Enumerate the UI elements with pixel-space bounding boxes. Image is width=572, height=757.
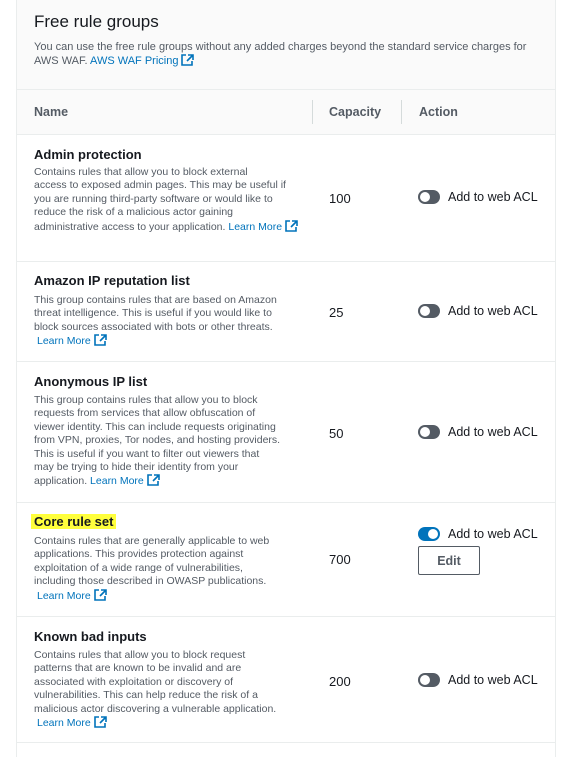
header-action: Action [419, 105, 458, 119]
rule-name: Admin protection [34, 147, 142, 162]
toggle-switch[interactable] [418, 190, 440, 204]
highlighted-rule-name: Core rule set [31, 514, 117, 529]
add-to-web-acl-toggle[interactable]: Add to web ACL [418, 190, 538, 204]
external-link-icon [93, 334, 107, 347]
learn-more-link[interactable]: Learn More [37, 334, 107, 348]
external-link-icon [181, 54, 195, 66]
learn-more-label: Learn More [90, 475, 144, 488]
external-link-icon [93, 716, 107, 728]
desc-line: you are running third-party software or … [34, 192, 273, 205]
table-row: Amazon IP reputation list This group con… [17, 262, 555, 362]
header-divider [312, 100, 313, 124]
desc-line: associated with exploitation or discover… [34, 675, 234, 688]
desc-line: block sources associated with bots or ot… [34, 320, 273, 333]
toggle-label: Add to web ACL [448, 673, 538, 687]
add-to-web-acl-toggle[interactable]: Add to web ACL [418, 425, 538, 439]
desc-line: from VPN, proxies, Tor nodes, and hostin… [34, 434, 281, 447]
desc-line: This group contains rules that allow you… [34, 394, 258, 406]
toggle-switch[interactable] [418, 527, 440, 541]
add-to-web-acl-toggle[interactable]: Add to web ACL [418, 304, 538, 318]
desc-line: This is useful if you want to filter out… [34, 447, 260, 460]
table-row: Core rule set Contains rules that are ge… [17, 503, 555, 617]
panel-header: Free rule groups You can use the free ru… [17, 0, 555, 90]
desc-line: Contains rules that are generally applic… [34, 535, 270, 547]
rule-name: Amazon IP reputation list [34, 273, 190, 288]
rule-name: Anonymous IP list [34, 374, 148, 389]
desc-line: patterns that are known to be invalid an… [34, 662, 242, 675]
pricing-link[interactable]: AWS WAF Pricing [90, 54, 195, 67]
rule-description: This group contains rules that are based… [34, 294, 299, 349]
desc-line: application. [34, 475, 88, 488]
learn-more-label: Learn More [37, 589, 91, 602]
learn-more-label: Learn More [37, 335, 91, 348]
desc-line: vulnerabilities. This can help reduce th… [34, 689, 258, 702]
rule-capacity: 700 [329, 552, 351, 567]
desc-line: This group contains rules that are based… [34, 294, 277, 306]
rule-description: Contains rules that allow you to block e… [34, 166, 299, 234]
toggle-label: Add to web ACL [448, 190, 538, 204]
rule-description: This group contains rules that allow you… [34, 394, 299, 489]
header-capacity: Capacity [329, 105, 382, 119]
rule-description: Contains rules that are generally applic… [34, 535, 299, 603]
toggle-switch[interactable] [418, 673, 440, 687]
external-link-icon [93, 588, 107, 601]
edit-button[interactable]: Edit [418, 546, 480, 575]
table-header: Name Capacity Action [17, 90, 555, 135]
external-link-icon [146, 474, 160, 487]
desc-line: access to exposed admin pages. This may … [34, 179, 286, 192]
desc-line: viewer identity. This can include reques… [34, 420, 276, 433]
table-row: Admin protection Contains rules that all… [17, 135, 555, 262]
learn-more-link[interactable]: Learn More [37, 588, 107, 602]
header-divider [401, 100, 402, 124]
rule-name: Known bad inputs [34, 629, 147, 644]
toggle-label: Add to web ACL [448, 425, 538, 439]
add-to-web-acl-toggle[interactable]: Add to web ACL [418, 673, 538, 687]
rule-description: Contains rules that allow you to block r… [34, 649, 299, 730]
header-name: Name [34, 105, 69, 119]
desc-line: malicious actor discovering a vulnerable… [34, 702, 277, 715]
desc-line: reduce the risk of a malicious actor gai… [34, 206, 234, 219]
rule-capacity: 200 [329, 674, 351, 689]
table-row: Known bad inputs Contains rules that all… [17, 617, 555, 743]
description-line-1: You can use the free rule groups without… [34, 41, 527, 53]
pricing-link-label: AWS WAF Pricing [90, 55, 179, 67]
toggle-label: Add to web ACL [448, 304, 538, 318]
desc-line: including those described in OWASP publi… [34, 575, 267, 588]
rule-name: Core rule set [31, 514, 117, 529]
learn-more-link[interactable]: Learn More [90, 474, 160, 488]
rule-capacity: 25 [329, 305, 344, 320]
desc-line: requests from services that allow obfusc… [34, 407, 256, 420]
desc-line: applications. This provides protection a… [34, 548, 244, 561]
add-to-web-acl-toggle[interactable]: Add to web ACL [418, 527, 538, 541]
external-link-icon [285, 219, 298, 232]
panel-description: You can use the free rule groups without… [34, 40, 539, 68]
rule-capacity: 100 [329, 191, 351, 206]
rule-capacity: 50 [329, 426, 344, 441]
desc-line: administrative access to your applicatio… [34, 220, 226, 233]
toggle-switch[interactable] [418, 304, 440, 318]
toggle-switch[interactable] [418, 425, 440, 439]
desc-line: Contains rules that allow you to block e… [34, 166, 248, 178]
desc-line: may be trying to hide their identity fro… [34, 461, 239, 474]
desc-line: threat intelligence. This is useful if y… [34, 307, 272, 320]
learn-more-link[interactable]: Learn More [228, 219, 298, 233]
toggle-label: Add to web ACL [448, 527, 538, 541]
desc-line: Contains rules that allow you to block r… [34, 649, 246, 661]
table-row: Anonymous IP list This group contains ru… [17, 362, 555, 503]
free-rule-groups-panel: Free rule groups You can use the free ru… [16, 0, 556, 757]
learn-more-label: Learn More [37, 717, 91, 730]
learn-more-label: Learn More [228, 220, 283, 233]
description-line-2: AWS WAF. [34, 55, 88, 67]
learn-more-link[interactable]: Learn More [37, 716, 107, 730]
desc-line: exploitation of a wide range of vulnerab… [34, 561, 243, 574]
panel-title: Free rule groups [34, 12, 159, 31]
